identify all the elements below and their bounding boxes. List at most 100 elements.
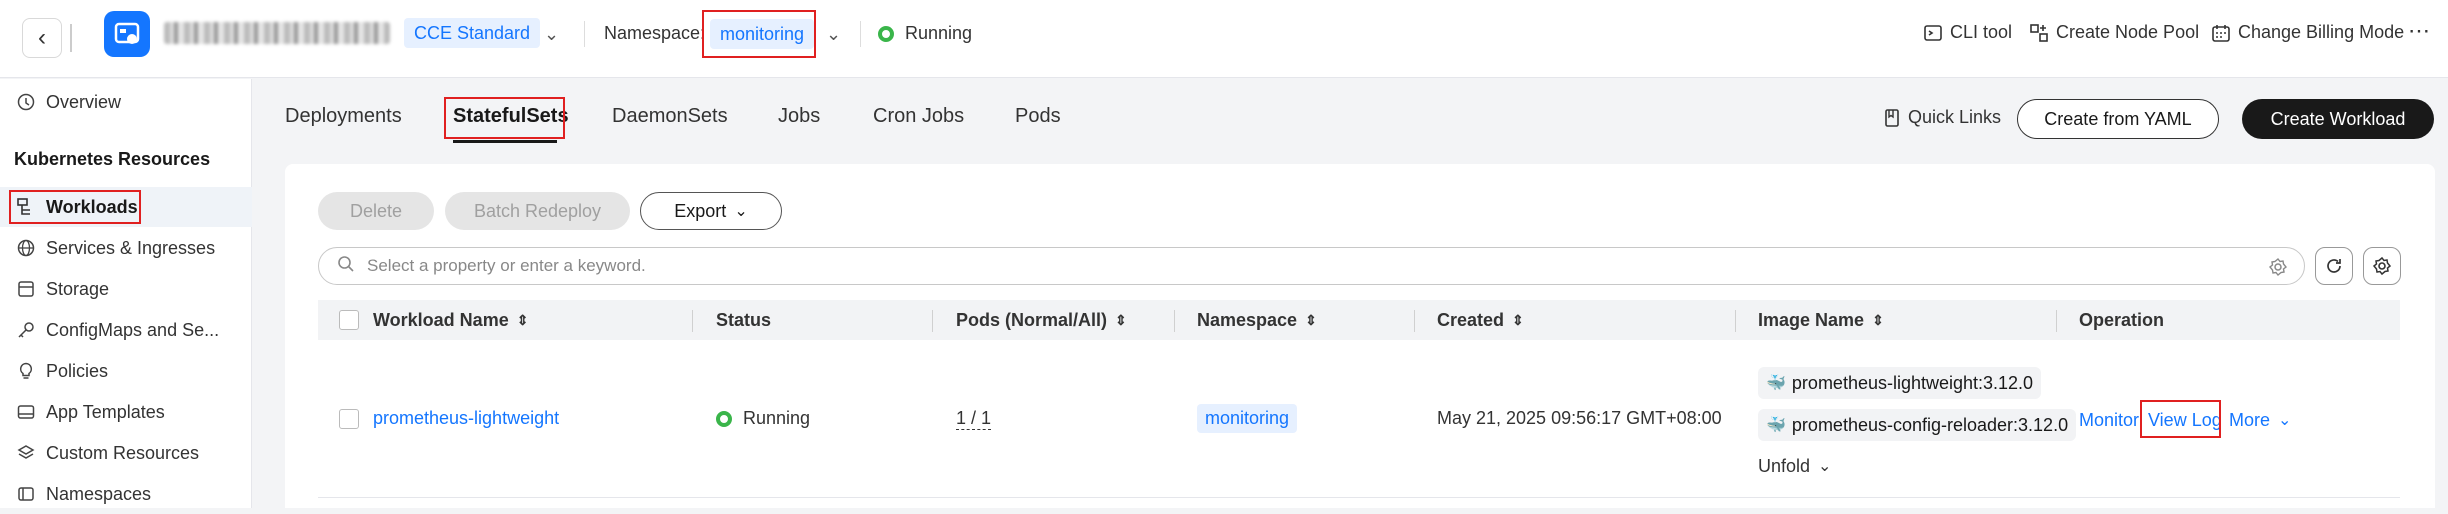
namespace-label: Namespace: — [604, 23, 706, 43]
create-workload-button[interactable]: Create Workload — [2242, 99, 2434, 139]
image-tag: 🐳 prometheus-config-reloader:3.12.0 — [1758, 409, 2077, 441]
tab-deployments[interactable]: Deployments — [285, 105, 402, 128]
tab-cron-jobs[interactable]: Cron Jobs — [873, 105, 964, 128]
unfold-button[interactable]: Unfold ⌄ — [1758, 456, 1831, 477]
chevron-left-icon: ‹ — [38, 24, 46, 51]
search-placeholder: Select a property or enter a keyword. — [367, 256, 646, 275]
column-divider — [2056, 310, 2057, 332]
row-checkbox[interactable] — [339, 409, 359, 429]
quick-links-button[interactable]: Quick Links — [1884, 107, 2001, 128]
sidebar-item-storage[interactable]: Storage — [0, 269, 252, 309]
pods-count[interactable]: 1 / 1 — [956, 408, 992, 430]
create-node-pool-button[interactable]: Create Node Pool — [2030, 22, 2199, 43]
sort-icon: ⇕ — [516, 312, 529, 328]
sort-icon: ⇕ — [1872, 312, 1884, 328]
lightbulb-icon — [16, 361, 36, 381]
cluster-logo-icon — [104, 11, 150, 57]
bookmark-icon — [1885, 108, 1899, 127]
divider — [70, 24, 72, 52]
cluster-name-redacted — [164, 22, 390, 44]
column-header-workload-name[interactable]: Workload Name ⇕ — [373, 310, 528, 331]
namespace-badge: monitoring — [1197, 404, 1298, 433]
delete-button[interactable]: Delete — [318, 192, 434, 230]
workloads-highlight — [9, 190, 141, 224]
workload-status: Running — [743, 408, 811, 428]
sidebar-item-configmaps[interactable]: ConfigMaps and Se... — [0, 310, 252, 350]
column-header-image-name[interactable]: Image Name ⇕ — [1758, 310, 1884, 331]
column-header-created[interactable]: Created ⇕ — [1437, 310, 1524, 331]
terminal-icon — [1924, 24, 1942, 41]
chevron-down-icon: ⌄ — [734, 203, 748, 220]
sort-icon: ⇕ — [1512, 312, 1524, 328]
column-header-pods[interactable]: Pods (Normal/All) ⇕ — [956, 310, 1127, 331]
overview-icon — [16, 92, 36, 112]
column-divider — [1174, 310, 1175, 332]
sidebar: Overview Kubernetes Resources Workloads … — [0, 79, 252, 508]
chevron-down-icon: ⌄ — [1818, 458, 1832, 475]
created-time: May 21, 2025 09:56:17 GMT+08:00 — [1437, 408, 1722, 428]
sidebar-item-services[interactable]: Services & Ingresses — [0, 228, 252, 268]
top-bar: ‹ CCE Standard ⌄ Namespace: monitoring ⌄… — [0, 0, 2448, 78]
sidebar-item-app-templates[interactable]: App Templates — [0, 392, 252, 432]
running-status-icon — [878, 26, 894, 42]
edition-badge: CCE Standard — [404, 18, 541, 48]
docker-icon: 🐳 — [1766, 417, 1786, 434]
refresh-icon — [2327, 259, 2341, 273]
export-button[interactable]: Export ⌄ — [640, 192, 782, 230]
node-pool-icon — [2030, 23, 2048, 42]
table-settings-button[interactable] — [2363, 247, 2401, 285]
change-billing-button[interactable]: Change Billing Mode — [2212, 22, 2404, 43]
chevron-down-icon[interactable]: ⌄ — [826, 24, 841, 45]
sidebar-item-policies[interactable]: Policies — [0, 351, 252, 391]
back-button[interactable]: ‹ — [22, 18, 62, 58]
layers-icon — [16, 443, 36, 463]
search-settings-icon[interactable] — [2268, 257, 2288, 282]
chevron-down-icon: ⌄ — [2278, 412, 2292, 429]
cli-tool-button[interactable]: CLI tool — [1924, 22, 2012, 43]
column-header-namespace[interactable]: Namespace ⇕ — [1197, 310, 1317, 331]
table-header: Workload Name ⇕ Status Pods (Normal/All) ⇕… — [318, 300, 2400, 340]
cluster-status: Running — [905, 23, 973, 43]
divider — [860, 21, 861, 47]
column-header-operation: Operation — [2079, 310, 2165, 330]
create-from-yaml-button[interactable]: Create from YAML — [2017, 99, 2219, 139]
image-tag: 🐳 prometheus-lightweight:3.12.0 — [1758, 367, 2042, 399]
globe-icon — [16, 238, 36, 258]
batch-redeploy-button[interactable]: Batch Redeploy — [445, 192, 630, 230]
namespace-icon — [16, 484, 36, 504]
select-all-checkbox[interactable] — [339, 310, 359, 330]
sidebar-section-title: Kubernetes Resources — [14, 149, 211, 169]
refresh-button[interactable] — [2315, 247, 2353, 285]
more-icon[interactable]: ⋯ — [2408, 18, 2430, 44]
monitor-link[interactable]: Monitor — [2079, 410, 2139, 431]
statefulsets-highlight — [444, 97, 565, 139]
tab-daemonsets[interactable]: DaemonSets — [612, 105, 728, 128]
column-divider — [1735, 310, 1736, 332]
column-header-status: Status — [716, 310, 772, 330]
calendar-icon — [2212, 24, 2230, 42]
namespace-selector[interactable]: monitoring — [710, 19, 815, 49]
active-tab-underline — [453, 140, 557, 143]
search-icon — [337, 255, 355, 278]
sidebar-item-overview[interactable]: Overview — [0, 82, 252, 122]
workload-name-link[interactable]: prometheus-lightweight — [373, 408, 559, 429]
docker-icon: 🐳 — [1766, 375, 1786, 392]
gear-icon — [2372, 256, 2392, 276]
storage-icon — [16, 279, 36, 299]
tab-pods[interactable]: Pods — [1015, 105, 1061, 128]
sort-icon: ⇕ — [1305, 312, 1317, 328]
view-log-highlight — [2140, 400, 2221, 438]
running-status-icon — [716, 411, 732, 427]
sidebar-item-namespaces[interactable]: Namespaces — [0, 474, 252, 514]
column-divider — [932, 310, 933, 332]
tab-jobs[interactable]: Jobs — [778, 105, 820, 128]
chevron-down-icon[interactable]: ⌄ — [544, 24, 559, 45]
sort-icon: ⇕ — [1115, 312, 1127, 328]
key-icon — [16, 320, 36, 340]
template-icon — [16, 402, 36, 422]
search-input[interactable]: Select a property or enter a keyword. — [318, 247, 2305, 285]
sidebar-item-custom-resources[interactable]: Custom Resources — [0, 433, 252, 473]
row-divider — [318, 497, 2400, 498]
more-actions-dropdown[interactable]: More ⌄ — [2229, 410, 2291, 431]
divider — [584, 21, 585, 47]
